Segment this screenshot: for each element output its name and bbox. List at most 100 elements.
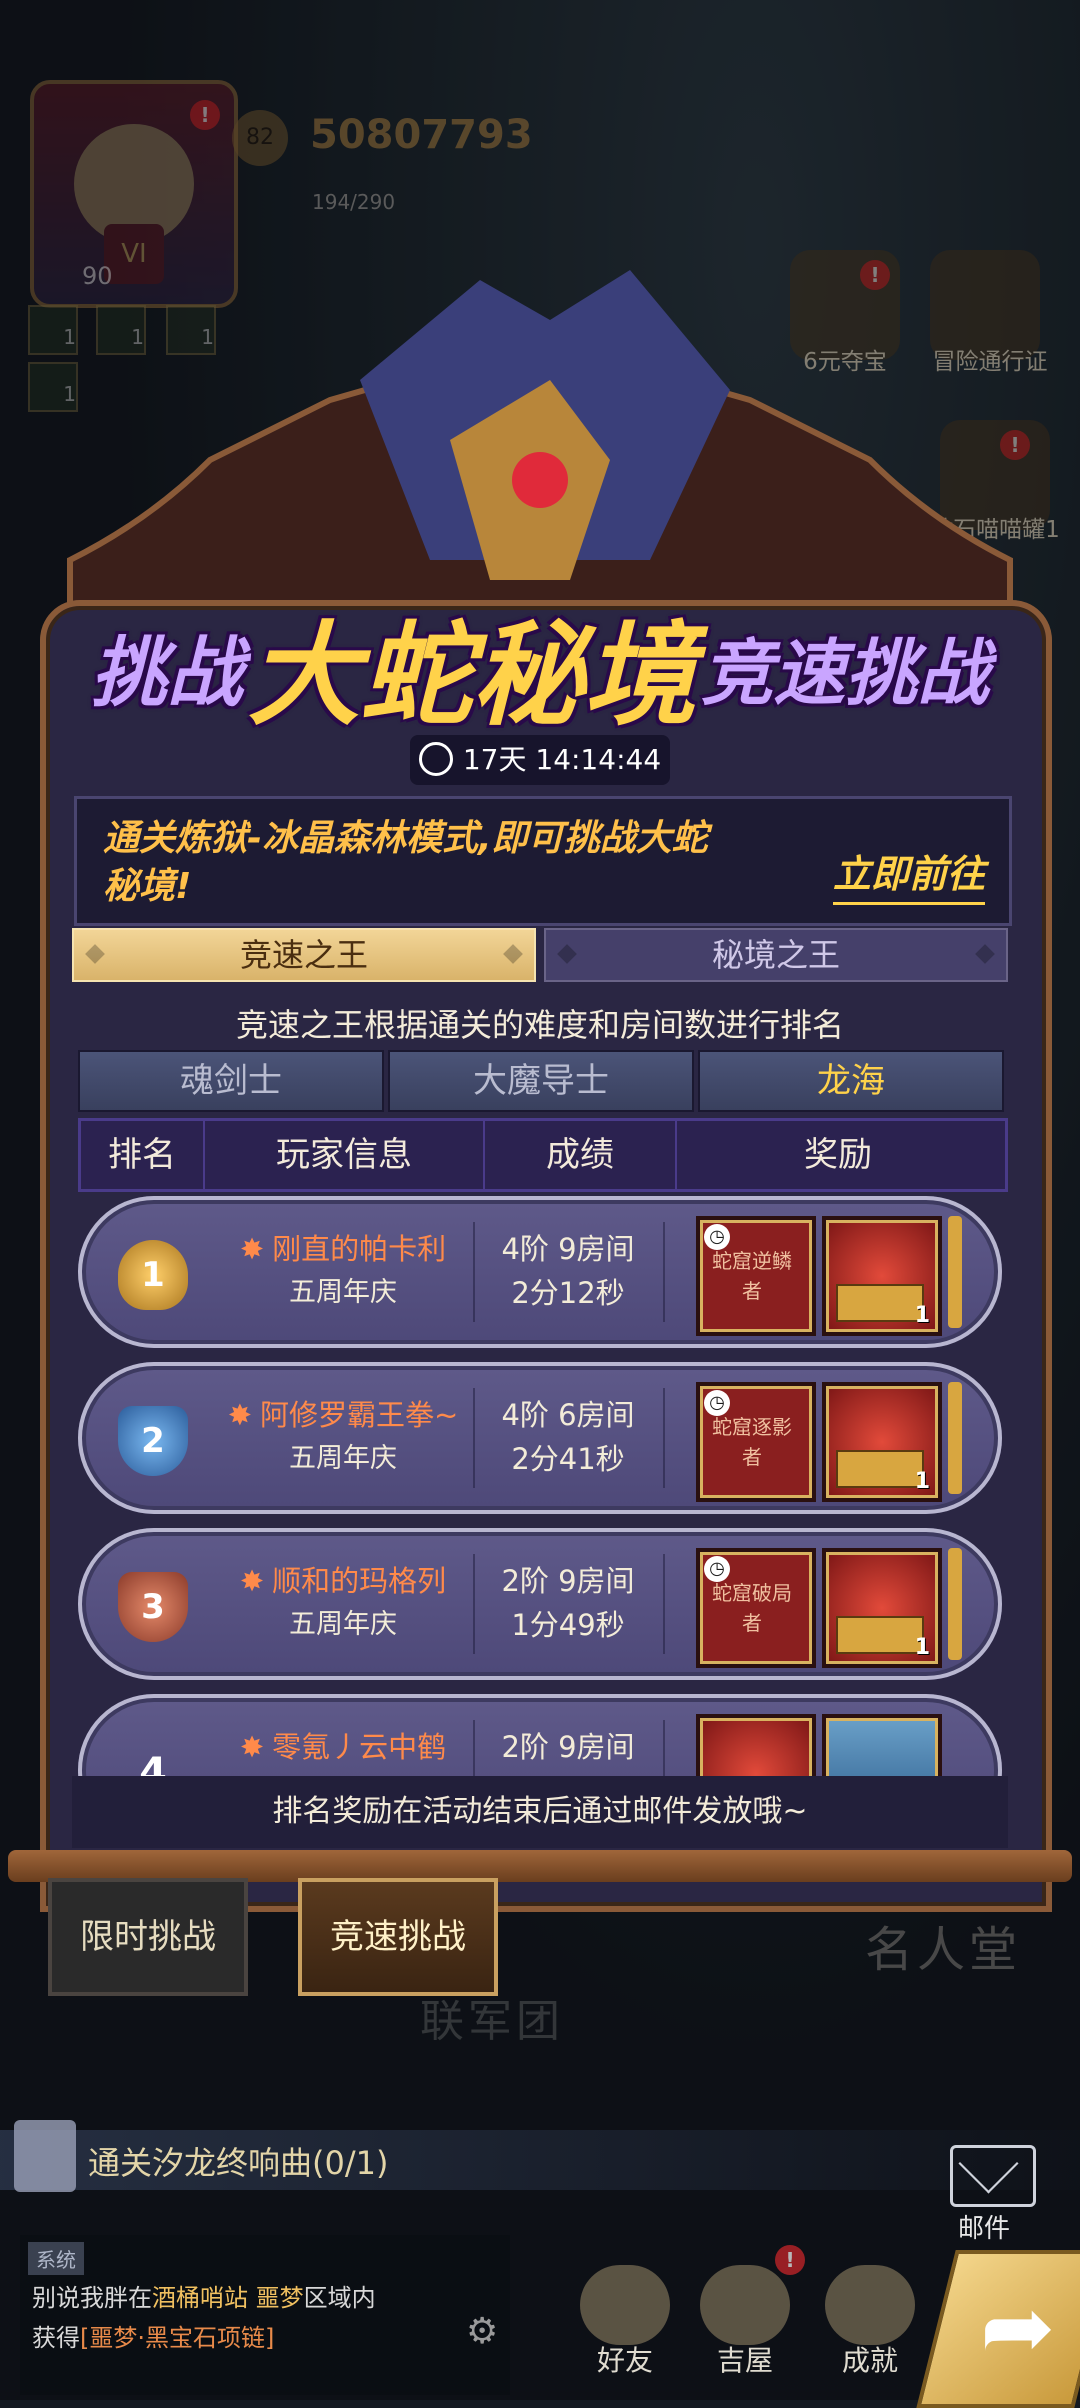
nav-house-label: 吉屋 [716, 2344, 773, 2377]
chat-obtain: 获得 [32, 2324, 80, 2352]
event-timer: 17天 14:14:44 [410, 735, 670, 785]
player-name[interactable]: ✸ 零氪丿云中鹤 [218, 1724, 468, 1766]
score-time: 2分12秒 [511, 1276, 625, 1310]
mail-label: 邮件 [958, 2214, 1011, 2244]
reward-title-text: 蛇窟逐影者 [712, 1415, 792, 1469]
header-score: 成绩 [485, 1121, 677, 1189]
reward-quantity: 1 [914, 1469, 930, 1494]
class-star-icon: ✸ [227, 1398, 252, 1432]
quest-scroll-icon [14, 2120, 76, 2192]
column-divider [663, 1554, 665, 1654]
player-name-text: 零氪丿云中鹤 [272, 1730, 447, 1764]
header-player: 玩家信息 [205, 1121, 485, 1189]
ranking-list[interactable]: 1 ✸ 刚直的帕卡利 五周年庆 4阶 9房间 2分12秒 ◷ 蛇窟逆鳞者 1 2 … [78, 1196, 1002, 1776]
rank-number: 4 [139, 1750, 167, 1776]
player-guild: 五周年庆 [289, 1277, 397, 1308]
class-tab-soul-swordsman[interactable]: 魂剑士 [78, 1050, 384, 1112]
column-divider [663, 1720, 665, 1776]
score-time: 2分41秒 [511, 1442, 625, 1476]
class-tab-dragon-sea[interactable]: 龙海 [698, 1050, 1004, 1112]
banner-left: 挑战 [90, 628, 243, 717]
rank-badge-silver: 2 [118, 1406, 188, 1476]
reward-chest-item[interactable]: 1 [822, 1382, 942, 1502]
challenge-mode-tabs: 限时挑战 竞速挑战 [40, 1858, 1040, 1996]
rank-badge-bronze: 3 [118, 1572, 188, 1642]
reward-more-item[interactable] [948, 1382, 962, 1494]
quest-text[interactable]: 通关汐龙终响曲(0/1) [88, 2138, 388, 2184]
reward-title-item[interactable]: ◷ 蛇窟破局者 [696, 1548, 816, 1668]
nav-house[interactable]: 吉屋 [690, 2265, 800, 2379]
reward-quantity: 1 [914, 1635, 930, 1660]
ranking-table-header: 排名 玩家信息 成绩 奖励 [78, 1118, 1008, 1192]
player-name[interactable]: ✸ 顺和的玛格列 [218, 1558, 468, 1600]
reward-chest-item[interactable]: 1 [822, 1216, 942, 1336]
mail-icon[interactable] [950, 2145, 1036, 2207]
diamond-icon [557, 944, 577, 964]
header-rank: 排名 [81, 1121, 205, 1189]
score-level: 2阶 9房间 [501, 1730, 635, 1764]
house-icon [700, 2265, 790, 2345]
class-star-icon: ✸ [239, 1564, 265, 1598]
class-star-icon: ✸ [239, 1730, 265, 1764]
score-time: 1分49秒 [511, 1608, 625, 1642]
rank-badge-gold: 1 [118, 1240, 188, 1310]
chat-box[interactable] [20, 2235, 510, 2395]
nav-friends[interactable]: 好友 [570, 2265, 680, 2379]
ranking-row[interactable]: 1 ✸ 刚直的帕卡利 五周年庆 4阶 9房间 2分12秒 ◷ 蛇窟逆鳞者 1 [78, 1196, 1002, 1348]
clock-icon [418, 742, 453, 776]
trophy-icon [825, 2265, 915, 2345]
reward-more-item[interactable] [948, 1216, 962, 1328]
tab-realm-king-label: 秘境之王 [711, 936, 840, 974]
reward-title-item[interactable]: ◷ 蛇窟逐影者 [696, 1382, 816, 1502]
column-divider [473, 1222, 475, 1322]
column-divider [663, 1222, 665, 1322]
chest-icon [836, 1450, 924, 1488]
player-guild: 五周年庆 [289, 1443, 397, 1474]
nav-achievements-label: 成就 [841, 2344, 898, 2377]
score-level: 2阶 9房间 [501, 1564, 635, 1598]
timer-text: 17天 14:14:44 [462, 743, 662, 776]
player-name[interactable]: ✸ 刚直的帕卡利 [218, 1226, 468, 1268]
reward-title-item[interactable]: ◷ 蛇窟逆鳞者 [696, 1216, 816, 1336]
reward-chest-item[interactable] [696, 1714, 816, 1776]
reward-more-item[interactable] [948, 1548, 962, 1660]
player-name-text: 顺和的玛格列 [272, 1564, 447, 1598]
chat-suffix: 区域内 [303, 2284, 376, 2312]
diamond-icon [503, 944, 523, 964]
tab-timed-challenge[interactable]: 限时挑战 [48, 1878, 248, 1996]
event-banner: 挑战 大蛇秘境 竞速挑战 [90, 585, 990, 741]
nav-friends-label: 好友 [596, 2344, 653, 2377]
go-now-link[interactable]: 立即前往 [832, 843, 985, 905]
tab-speed-king-label: 竞速之王 [239, 936, 368, 974]
reward-title-text: 蛇窟破局者 [712, 1581, 792, 1635]
chat-player: 别说我胖在 [32, 2284, 152, 2312]
tab-realm-king[interactable]: 秘境之王 [544, 928, 1008, 982]
column-divider [473, 1388, 475, 1488]
gear-icon[interactable]: ⚙ [466, 2312, 506, 2352]
system-tag: 系统 [28, 2242, 84, 2275]
tab-speed-challenge[interactable]: 竞速挑战 [298, 1878, 498, 1996]
banner-title: 大蛇秘境 [247, 610, 696, 741]
ranking-row[interactable]: 3 ✸ 顺和的玛格列 五周年庆 2阶 9房间 1分49秒 ◷ 蛇窟破局者 1 [78, 1528, 1002, 1680]
ranking-row[interactable]: 4 ✸ 零氪丿云中鹤 2阶 9房间 [78, 1694, 1002, 1776]
reward-quantity: 1 [914, 1303, 930, 1328]
chat-place: 酒桶哨站 [152, 2284, 248, 2312]
ranking-tabs: 竞速之王 秘境之王 [72, 928, 1008, 982]
reward-mail-notice: 排名奖励在活动结束后通过邮件发放哦~ [72, 1776, 1008, 1848]
ranking-row[interactable]: 2 ✸ 阿修罗霸王拳~ 五周年庆 4阶 6房间 2分41秒 ◷ 蛇窟逐影者 1 [78, 1362, 1002, 1514]
chat-item[interactable]: [噩梦·黑宝石项链] [80, 2324, 274, 2352]
reward-gauntlet-item[interactable] [822, 1714, 942, 1776]
player-guild: 五周年庆 [289, 1609, 397, 1640]
reward-chest-item[interactable]: 1 [822, 1548, 942, 1668]
player-name-text: 阿修罗霸王拳~ [260, 1398, 459, 1432]
chest-icon [836, 1616, 924, 1654]
player-name[interactable]: ✸ 阿修罗霸王拳~ [218, 1392, 468, 1434]
ranking-description: 竞速之王根据通关的难度和房间数进行排名 [235, 1006, 844, 1044]
class-tab-archmage[interactable]: 大魔导士 [388, 1050, 694, 1112]
column-divider [473, 1720, 475, 1776]
column-divider [663, 1388, 665, 1488]
friends-icon [580, 2265, 670, 2345]
nav-achievements[interactable]: 成就 [815, 2265, 925, 2379]
notice-text: 通关炼狱-冰晶森林模式,即可挑战大蛇秘境! [103, 818, 708, 907]
tab-speed-king[interactable]: 竞速之王 [72, 928, 536, 982]
